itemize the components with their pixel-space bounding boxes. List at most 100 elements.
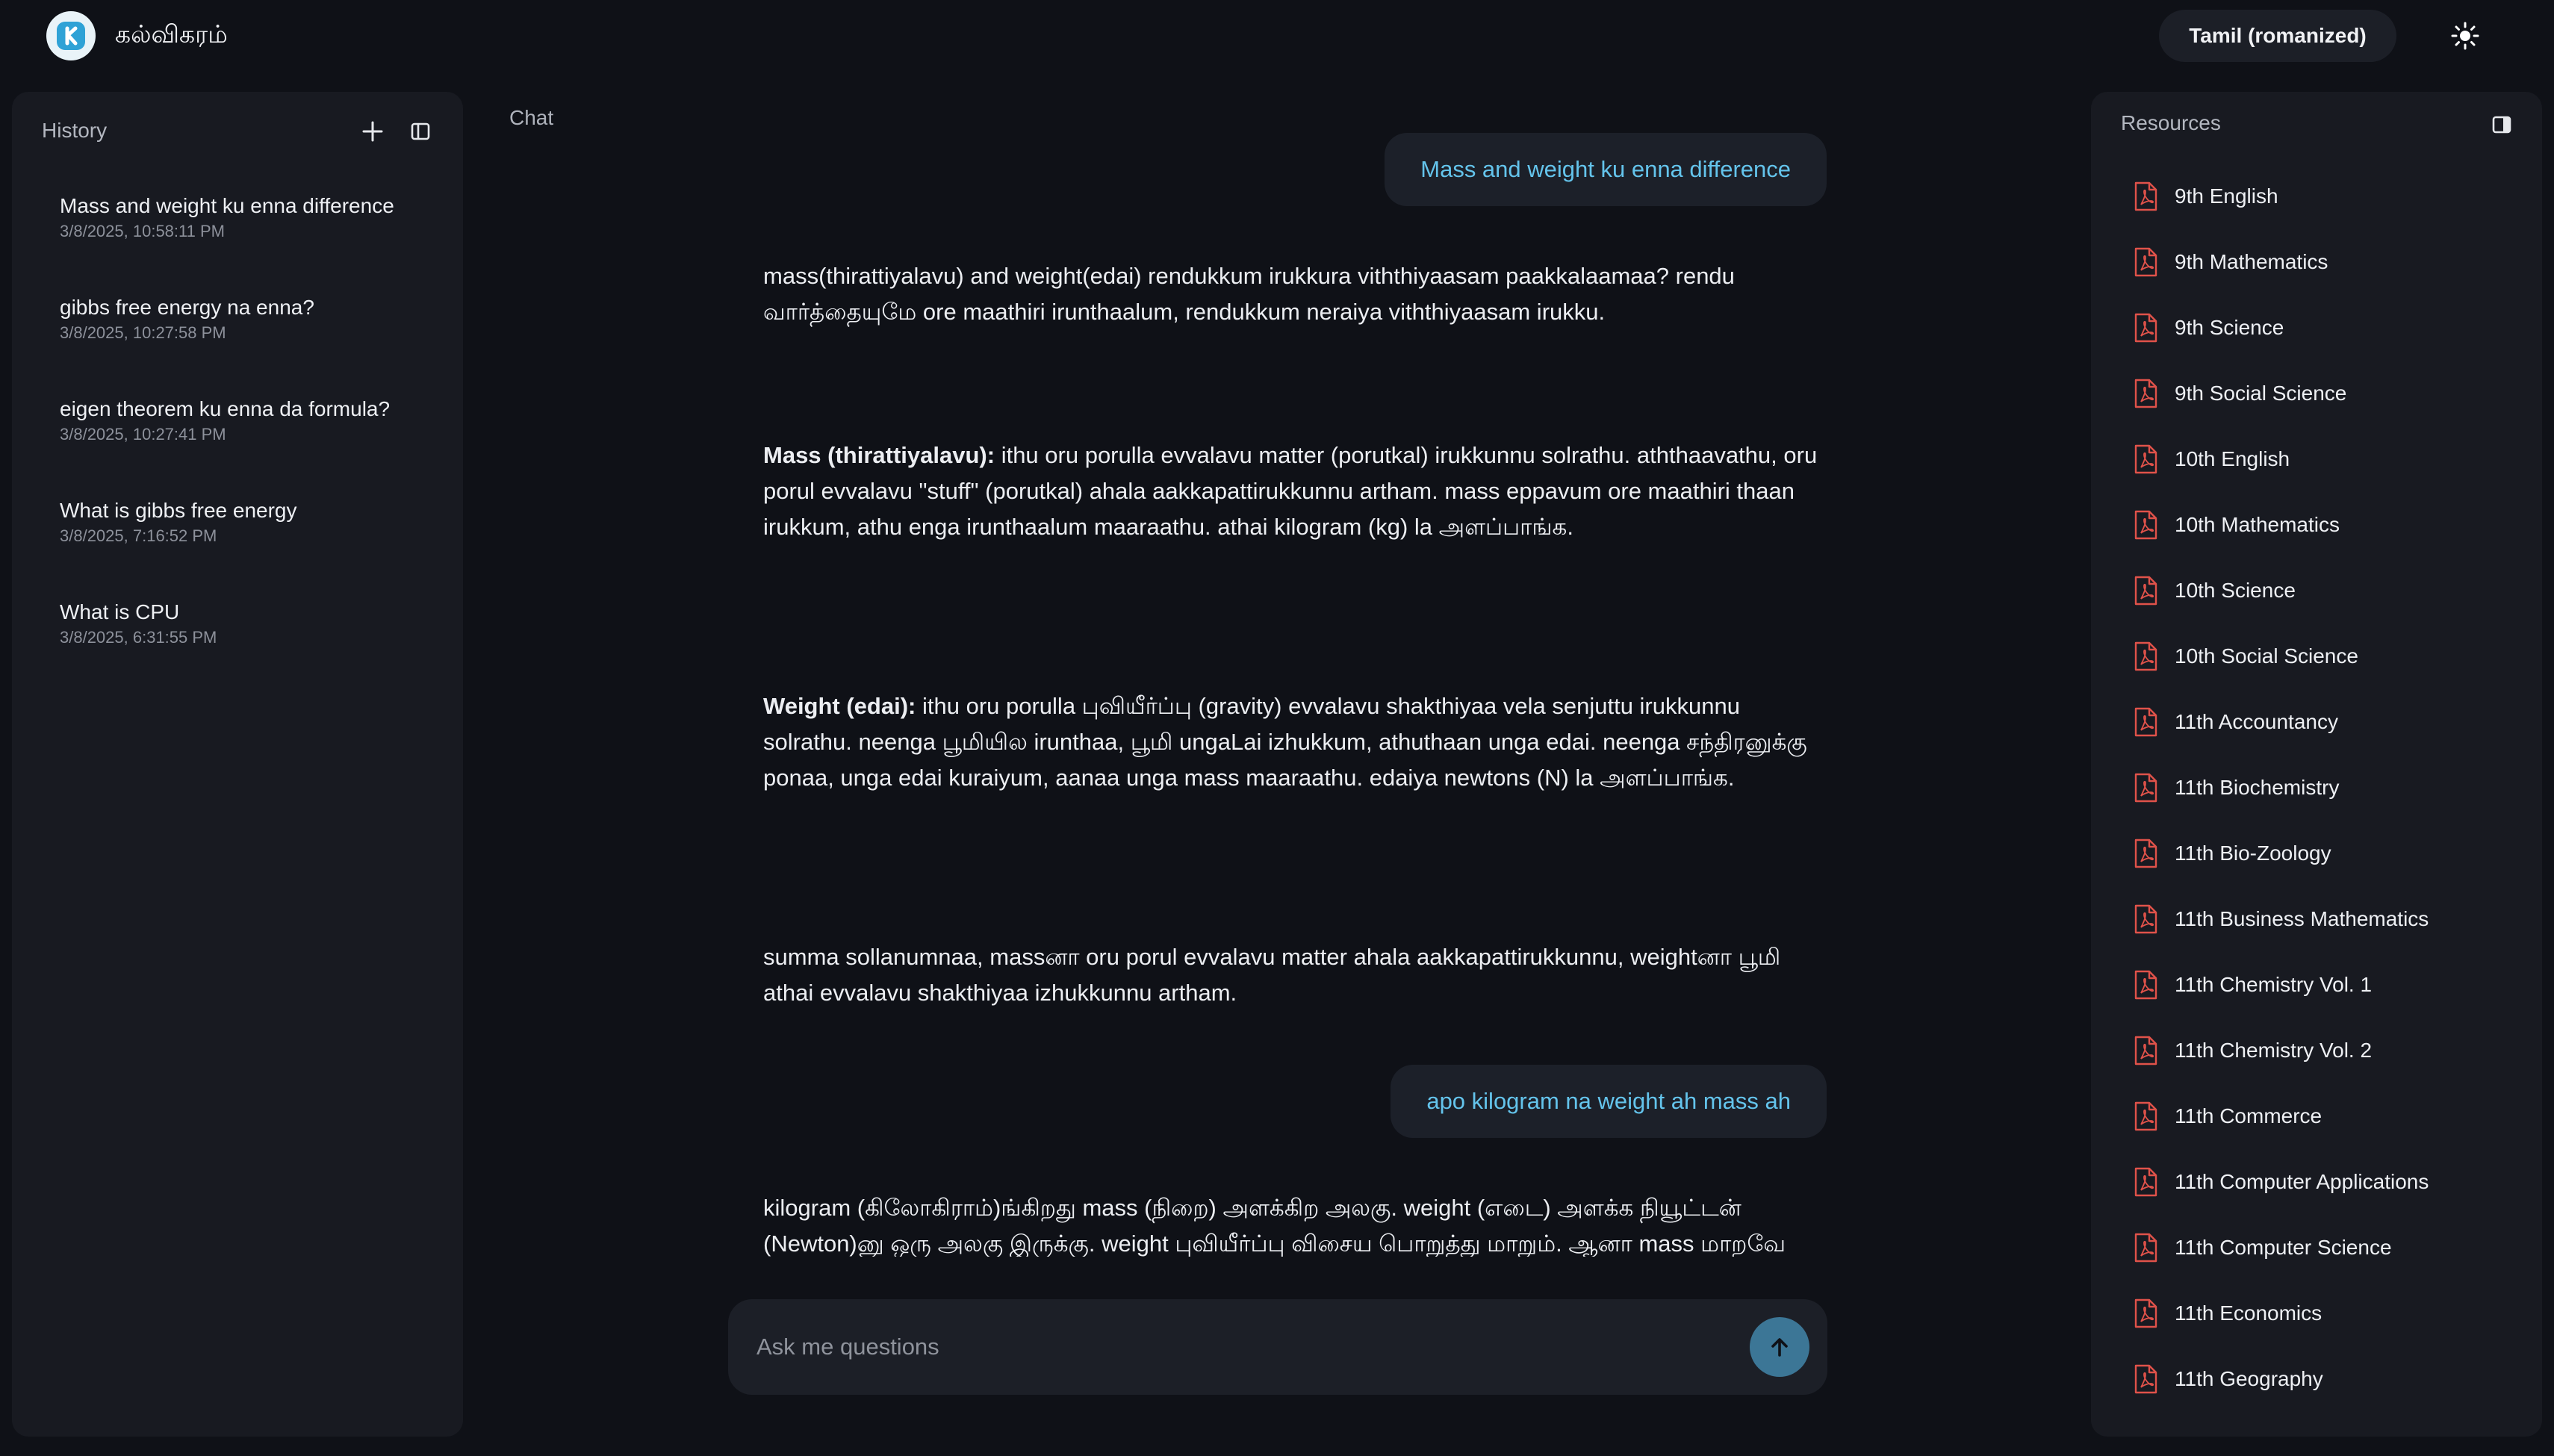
user-message: apo kilogram na weight ah mass ah — [1391, 1065, 1827, 1138]
resource-label: 11th Computer Applications — [2175, 1170, 2429, 1193]
new-chat-plus-icon[interactable] — [357, 116, 388, 147]
pdf-icon — [2133, 576, 2175, 606]
resource-item[interactable]: 10th Mathematics — [2133, 492, 2529, 558]
pdf-icon — [2133, 379, 2175, 408]
chat-input-bar — [728, 1299, 1827, 1395]
history-list: Mass and weight ku enna difference 3/8/2… — [60, 193, 448, 701]
assistant-message-heading: Weight (edai): — [763, 693, 916, 719]
assistant-message: summa sollanumnaa, massனா oru porul evva… — [763, 944, 1781, 1006]
resource-label: 11th Biochemistry — [2175, 776, 2340, 799]
app-name: கல்விகரம் — [115, 19, 228, 49]
resource-item[interactable]: 10th English — [2133, 426, 2529, 492]
resource-label: 11th Economics — [2175, 1301, 2322, 1325]
resource-label: 9th Mathematics — [2175, 250, 2328, 273]
top-bar: கல்விகரம் Tamil (romanized) — [0, 0, 2554, 72]
resource-item[interactable]: 11th Accountancy — [2133, 689, 2529, 755]
resource-item[interactable]: 11th Chemistry Vol. 2 — [2133, 1018, 2529, 1083]
pdf-icon — [2133, 181, 2175, 211]
pdf-icon — [2133, 313, 2175, 343]
pdf-icon — [2133, 1298, 2175, 1328]
pdf-icon — [2133, 773, 2175, 803]
resource-item[interactable]: 11th Geography — [2133, 1346, 2529, 1412]
history-item-date: 3/8/2025, 7:16:52 PM — [60, 526, 217, 545]
history-item[interactable]: Mass and weight ku enna difference 3/8/2… — [60, 193, 448, 295]
resource-label: 10th Social Science — [2175, 644, 2358, 668]
pdf-icon — [2133, 641, 2175, 671]
chat-input[interactable] — [756, 1316, 1712, 1378]
assistant-message: mass(thirattiyalavu) and weight(edai) re… — [763, 263, 1735, 325]
chat-messages: Mass and weight ku enna difference mass(… — [717, 119, 1837, 1257]
resource-item[interactable]: 9th Social Science — [2133, 361, 2529, 426]
resource-item[interactable]: 11th Business Mathematics — [2133, 886, 2529, 952]
resource-item[interactable]: 9th English — [2133, 164, 2529, 229]
resource-label: 9th Science — [2175, 316, 2284, 339]
resource-item[interactable]: 11th Computer Science — [2133, 1215, 2529, 1281]
resource-item[interactable]: 11th Commerce — [2133, 1083, 2529, 1149]
resource-label: 11th Accountancy — [2175, 710, 2338, 733]
resource-label: 10th Science — [2175, 579, 2296, 602]
pdf-icon — [2133, 1233, 2175, 1263]
history-item-title: gibbs free energy na enna? — [60, 296, 314, 319]
resource-item[interactable]: 9th Mathematics — [2133, 229, 2529, 295]
history-item-title: eigen theorem ku enna da formula? — [60, 397, 391, 420]
resource-item[interactable]: 10th Science — [2133, 558, 2529, 623]
assistant-message: Mass (thirattiyalavu): ithu oru porulla … — [763, 438, 1824, 545]
history-item-date: 3/8/2025, 10:58:11 PM — [60, 222, 225, 240]
send-button[interactable] — [1750, 1317, 1809, 1377]
resource-label: 11th Commerce — [2175, 1104, 2322, 1127]
pdf-icon — [2133, 1101, 2175, 1131]
resource-label: 10th Mathematics — [2175, 513, 2340, 536]
assistant-message: Weight (edai): ithu oru porulla புவியீர்… — [763, 688, 1824, 796]
history-sidebar: History Mass and weight ku enna differen… — [12, 92, 463, 1437]
pdf-icon — [2133, 839, 2175, 868]
history-item-title: What is gibbs free energy — [60, 499, 297, 522]
history-item[interactable]: gibbs free energy na enna? 3/8/2025, 10:… — [60, 295, 448, 396]
pdf-icon — [2133, 1167, 2175, 1197]
user-message: Mass and weight ku enna difference — [1385, 133, 1827, 206]
language-button[interactable]: Tamil (romanized) — [2159, 10, 2396, 62]
resource-item[interactable]: 11th Biochemistry — [2133, 755, 2529, 821]
resource-item[interactable]: 11th Bio-Zoology — [2133, 821, 2529, 886]
assistant-message-heading: Mass (thirattiyalavu): — [763, 442, 995, 468]
assistant-message-body: ithu oru porulla புவியீர்ப்பு (gravity) … — [763, 693, 1807, 791]
resource-label: 11th Geography — [2175, 1367, 2323, 1390]
pdf-icon — [2133, 510, 2175, 540]
pdf-icon — [2133, 707, 2175, 737]
pdf-icon — [2133, 970, 2175, 1000]
pdf-icon — [2133, 444, 2175, 474]
history-title: History — [42, 119, 108, 142]
resource-item[interactable]: 10th Social Science — [2133, 623, 2529, 689]
history-item[interactable]: What is CPU 3/8/2025, 6:31:55 PM — [60, 600, 448, 701]
resource-item[interactable]: 11th Computer Applications — [2133, 1149, 2529, 1215]
app-logo-icon[interactable] — [46, 11, 96, 60]
arrow-up-icon — [1771, 1338, 1788, 1357]
sidebar-toggle-icon[interactable] — [405, 116, 436, 147]
panel-toggle-icon[interactable] — [2485, 108, 2518, 141]
resource-label: 10th English — [2175, 447, 2290, 470]
resource-item[interactable]: 11th Chemistry Vol. 1 — [2133, 952, 2529, 1018]
chat-label: Chat — [509, 106, 554, 129]
resource-label: 11th Bio-Zoology — [2175, 841, 2331, 865]
assistant-message: kilogram (கிலோகிராம்)ங்கிறது mass (நிறை)… — [763, 1195, 1786, 1257]
history-item[interactable]: What is gibbs free energy 3/8/2025, 7:16… — [60, 498, 448, 600]
app-root: கல்விகரம் Tamil (romanized) History Mass… — [0, 0, 2554, 1456]
resource-item[interactable]: 9th Science — [2133, 295, 2529, 361]
resource-item[interactable]: 11th Economics — [2133, 1281, 2529, 1346]
resource-label: 11th Chemistry Vol. 2 — [2175, 1039, 2373, 1062]
pdf-icon — [2133, 1364, 2175, 1394]
history-item-date: 3/8/2025, 10:27:41 PM — [60, 425, 226, 444]
sun-icon[interactable] — [2443, 14, 2487, 57]
resource-label: 11th Chemistry Vol. 1 — [2175, 973, 2373, 996]
resource-label: 11th Business Mathematics — [2175, 907, 2429, 930]
pdf-icon — [2133, 247, 2175, 277]
resource-label: 9th English — [2175, 184, 2278, 208]
history-item[interactable]: eigen theorem ku enna da formula? 3/8/20… — [60, 396, 448, 498]
resources-title: Resources — [2121, 111, 2221, 134]
resources-panel: Resources 9th English 9th Mathematics 9th … — [2091, 92, 2542, 1437]
resources-list: 9th English 9th Mathematics 9th Science 9th… — [2133, 164, 2529, 1412]
pdf-icon — [2133, 1036, 2175, 1065]
history-item-title: What is CPU — [60, 600, 180, 623]
history-item-title: Mass and weight ku enna difference — [60, 194, 394, 217]
history-item-date: 3/8/2025, 10:27:58 PM — [60, 323, 226, 342]
history-item-date: 3/8/2025, 6:31:55 PM — [60, 628, 217, 647]
